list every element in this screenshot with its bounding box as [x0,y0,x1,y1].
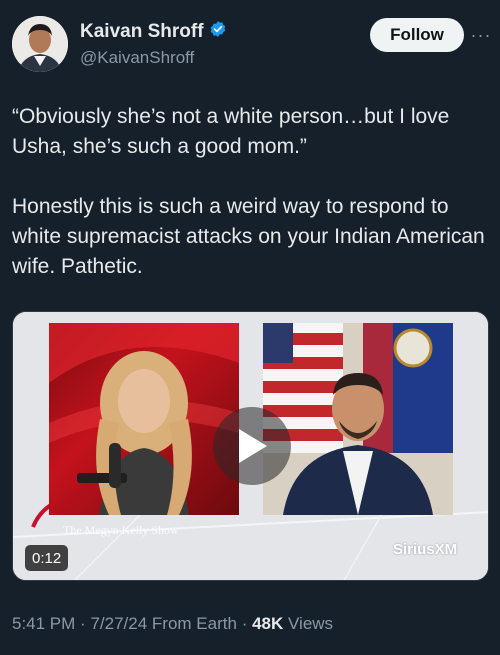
views-count[interactable]: 48K [252,614,283,633]
play-button[interactable] [213,407,291,485]
meta-separator: · [80,614,86,633]
siriusxm-logo: SiriusXM [393,541,458,558]
author-handle[interactable]: @KaivanShroff [80,48,227,68]
more-options-icon[interactable]: ··· [470,24,492,46]
tweet-meta: 5:41 PM · 7/27/24 From Earth · 48K Views [12,614,333,634]
follow-button[interactable]: Follow [370,18,464,52]
views-label: Views [288,614,334,633]
tweet-time[interactable]: 5:41 PM [12,614,75,633]
verified-badge-icon [209,20,227,44]
tweet-source: From Earth [151,614,237,633]
tweet-text: “Obviously she’s not a white person…but … [12,105,485,278]
video-player[interactable]: The Megyn Kelly Show 0:12 SiriusXM [12,311,489,581]
play-icon [239,429,267,463]
tweet-header: Kaivan Shroff @KaivanShroff Follow ··· [12,14,490,74]
show-watermark: The Megyn Kelly Show [63,523,179,537]
guest-video-panel [263,323,453,515]
author-name[interactable]: Kaivan Shroff [80,21,204,43]
host-video-panel [49,323,239,515]
meta-separator: · [241,614,248,633]
video-duration: 0:12 [25,545,69,571]
tweet-date[interactable]: 7/27/24 [90,614,147,633]
avatar[interactable] [12,16,68,72]
